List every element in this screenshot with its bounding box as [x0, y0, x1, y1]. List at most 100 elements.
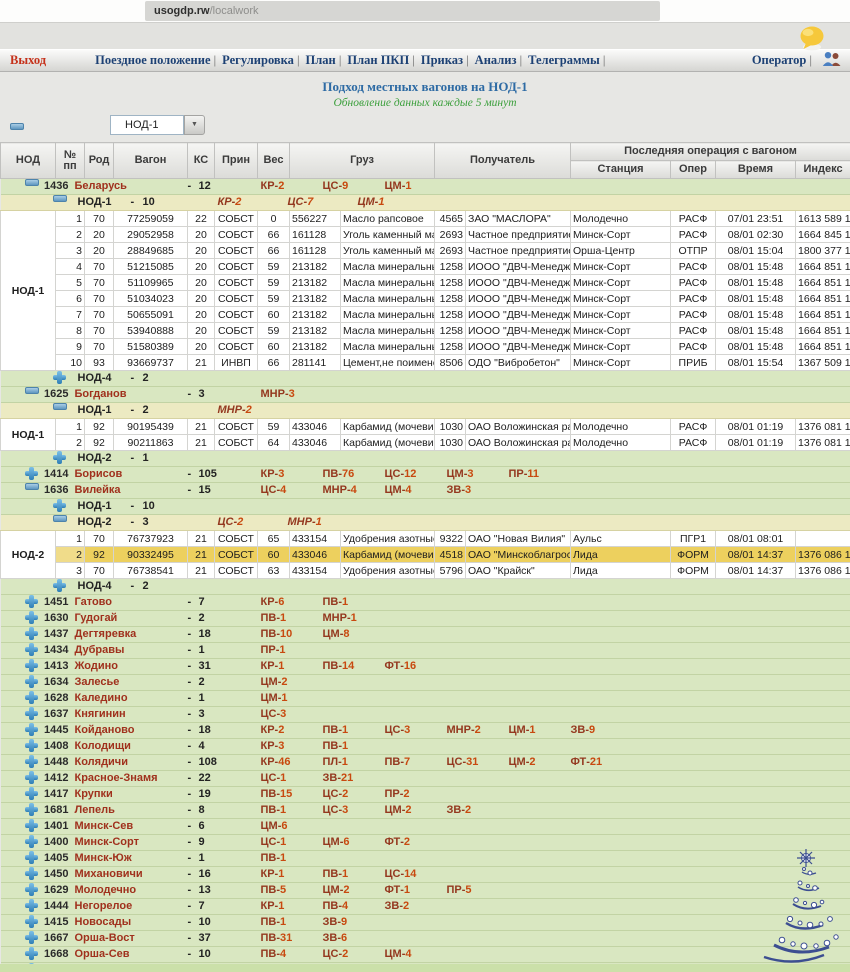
- expand-icon[interactable]: [24, 707, 38, 720]
- oper-cell: РАСФ: [670, 338, 717, 355]
- menu-item-regulation[interactable]: Регулировка: [222, 53, 299, 68]
- wagon-type-chip: ПР-1: [261, 644, 323, 658]
- group-row-cell: 1413 Жодино -31 КР-1 ПВ-14 ФТ-16: [0, 658, 850, 675]
- rod-cell: 92: [84, 418, 114, 435]
- collapse-icon[interactable]: [52, 403, 67, 410]
- cargo-code-cell: 161128: [289, 226, 341, 243]
- expand-icon[interactable]: [24, 691, 38, 704]
- oper-cell: ФОРМ: [670, 546, 717, 563]
- expand-icon[interactable]: [52, 371, 66, 384]
- chat-balloon-icon[interactable]: [798, 25, 826, 57]
- expand-icon[interactable]: [24, 627, 38, 640]
- wagon-type-chips: МНР-3: [261, 388, 323, 402]
- prin-cell: СОБСТ: [214, 546, 258, 563]
- ves-cell: 59: [257, 322, 290, 339]
- expand-icon[interactable]: [24, 611, 38, 624]
- expand-icon[interactable]: [24, 931, 38, 944]
- expand-icon[interactable]: [52, 451, 66, 464]
- collapse-icon[interactable]: [52, 195, 67, 202]
- nod-select[interactable]: НОД-1: [110, 115, 184, 135]
- chip-count: 10: [280, 628, 293, 640]
- ves-cell: 59: [257, 290, 290, 307]
- prin-cell: СОБСТ: [214, 418, 258, 435]
- station-group-row: 1628 Каледино -1 ЦМ-1: [0, 690, 850, 707]
- wagon-type-chip: ПВ-4: [261, 948, 323, 962]
- group-row-cell: 1405 Минск-Юж -1 ПВ-1: [0, 850, 850, 867]
- nod-subgroup-row-collapsed: НОД-4 -2: [0, 370, 850, 387]
- expand-icon[interactable]: [24, 803, 38, 816]
- expand-icon[interactable]: [24, 899, 38, 912]
- rod-cell: 92: [84, 546, 114, 563]
- chip-count: 4: [280, 948, 287, 960]
- ks-cell: 21: [187, 354, 215, 371]
- wagon-type-chips: ЦМ-1: [261, 692, 323, 706]
- chip-count: 11: [527, 468, 540, 480]
- wagon-type-chip: ЦМ-2: [509, 756, 571, 770]
- station-code: 1405: [44, 852, 69, 864]
- group-row-cell: НОД-1 -10: [0, 498, 850, 515]
- address-bar[interactable]: usogdp.rw/localwork: [145, 1, 660, 21]
- station-group-row: 1405 Минск-Юж -1 ПВ-1: [0, 850, 850, 867]
- expand-icon[interactable]: [24, 659, 38, 672]
- group-row-line: 1448 Колядичи -108 КР-46 ПЛ-1 ПВ-7 ЦС-31 ЦМ-2 ФТ…: [3, 755, 849, 770]
- index-cell: 1664 845 14: [795, 226, 850, 243]
- station-code: 1445: [44, 724, 69, 736]
- expand-icon[interactable]: [24, 675, 38, 688]
- wagon-type-chip: МНР-3: [261, 388, 323, 402]
- expand-icon[interactable]: [24, 947, 38, 960]
- menu-item-plan-pkp[interactable]: План ПКП: [347, 53, 414, 68]
- oper-cell: ПГР1: [670, 530, 717, 547]
- expand-icon[interactable]: [24, 851, 38, 864]
- group-row-line: 1451 Гатово -7 КР-6 ПВ-1: [3, 595, 849, 610]
- expand-icon[interactable]: [24, 835, 38, 848]
- nod-select-dropdown-button[interactable]: ▼: [184, 115, 205, 135]
- station-name: Борисов: [74, 468, 123, 480]
- expand-icon[interactable]: [24, 819, 38, 832]
- chip-code: ЦС-: [446, 756, 467, 768]
- expand-icon[interactable]: [24, 643, 38, 656]
- chip-code: КР-: [217, 196, 236, 208]
- wagon-type-chip: ПР-11: [509, 468, 571, 482]
- expand-icon[interactable]: [24, 467, 38, 480]
- wagon-number-cell: 51034023: [113, 290, 188, 307]
- ves-cell: 59: [257, 258, 290, 275]
- station-group-row: 1434 Дубравы -1 ПР-1: [0, 642, 850, 659]
- station-group-row: 1681 Лепель -8 ПВ-1 ЦС-3 ЦМ-2 ЗВ-2: [0, 802, 850, 819]
- menu-item-order[interactable]: Приказ: [421, 53, 469, 68]
- menu-item-telegrams[interactable]: Телеграммы: [528, 53, 605, 68]
- chip-code: ЦМ-: [260, 820, 282, 832]
- expand-icon[interactable]: [24, 915, 38, 928]
- collapse-icon[interactable]: [52, 515, 67, 522]
- menu-item-train-position[interactable]: Поездное положение: [95, 53, 216, 68]
- cargo-code-cell: 433154: [289, 562, 341, 579]
- expand-icon[interactable]: [24, 867, 38, 880]
- expand-icon[interactable]: [52, 499, 66, 512]
- collapse-icon[interactable]: [24, 483, 39, 490]
- time-cell: 08/01 08:01: [715, 530, 797, 547]
- station-group-row: 1668 Орша-Сев -10 ПВ-4 ЦС-2 ЦМ-4: [0, 946, 850, 963]
- menu-item-plan[interactable]: План: [306, 53, 342, 68]
- station-name: Минск-Сорт: [74, 836, 139, 848]
- collapse-all-icon[interactable]: [10, 123, 24, 130]
- expand-icon[interactable]: [52, 579, 66, 592]
- expand-icon[interactable]: [24, 595, 38, 608]
- wagon-count: 1: [198, 644, 205, 656]
- expand-icon[interactable]: [24, 739, 38, 752]
- wagon-row: 3 20 28849685 20 СОБСТ 66 161128 Уголь каменный…: [1, 242, 850, 259]
- expand-icon[interactable]: [24, 723, 38, 736]
- menu-item-analysis[interactable]: Анализ: [475, 53, 522, 68]
- expand-icon[interactable]: [24, 755, 38, 768]
- chip-count: 8: [343, 628, 350, 640]
- collapse-icon[interactable]: [24, 387, 39, 394]
- wagon-type-chip: ЦС-2: [323, 788, 385, 802]
- wagon-type-chip: ЦС-3: [323, 804, 385, 818]
- expand-icon[interactable]: [24, 771, 38, 784]
- expand-icon[interactable]: [24, 787, 38, 800]
- exit-link[interactable]: Выход: [10, 53, 46, 68]
- group-row-cell: 1436 Беларусь -12 КР-2 ЦС-9 ЦМ-1: [0, 178, 850, 195]
- group-row-line: 1412 Красное-Знамя -22 ЦС-1 ЗВ-21: [3, 771, 849, 786]
- expand-icon[interactable]: [24, 883, 38, 896]
- ks-cell: 22: [187, 210, 215, 227]
- collapse-icon[interactable]: [24, 179, 39, 186]
- station-cell: Лида: [570, 562, 672, 579]
